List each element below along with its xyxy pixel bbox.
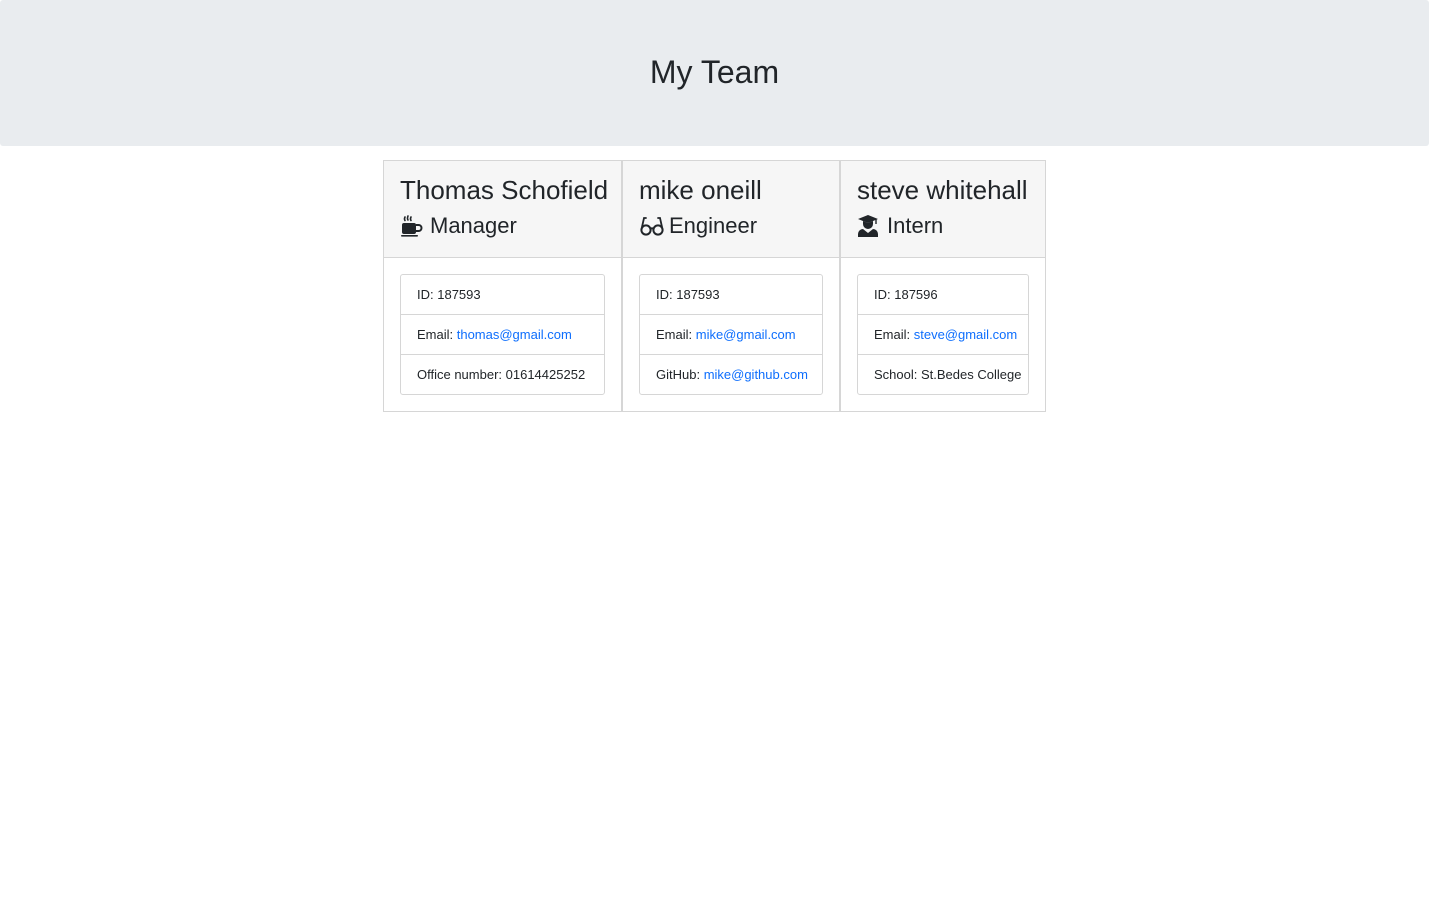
header-jumbotron: My Team [0,0,1429,146]
list-item-id: ID: 187593 [640,275,822,314]
id-value: 187593 [676,287,720,302]
employee-card-manager: Thomas Schofield Manager ID: 187593 Emai… [383,160,622,412]
github-link[interactable]: mike@github.com [704,367,808,382]
page-title: My Team [649,54,780,90]
id-label: ID: [656,287,677,302]
employee-card-engineer: mike oneill Engineer ID: 187593 Email: m… [622,160,840,412]
role-label: Engineer [669,213,758,238]
card-body: ID: 187596 Email: steve@gmail.com School… [841,258,1045,411]
list-item-email: Email: mike@gmail.com [640,314,822,354]
office-label: Office number: [417,367,506,382]
list-item-id: ID: 187593 [401,275,604,314]
list-item-email: Email: steve@gmail.com [858,314,1028,354]
employee-name: steve whitehall [857,175,1028,205]
email-label: Email: [656,327,696,342]
list-item-id: ID: 187596 [858,275,1028,314]
details-list: ID: 187593 Email: thomas@gmail.com Offic… [400,274,605,395]
id-label: ID: [417,287,438,302]
card-body: ID: 187593 Email: thomas@gmail.com Offic… [384,258,621,411]
email-label: Email: [874,327,914,342]
list-item-school: School: St.Bedes College [858,354,1028,394]
employee-name: mike oneill [639,175,762,205]
employee-role: Engineer [639,211,823,241]
id-label: ID: [874,287,895,302]
list-item-github: GitHub: mike@github.com [640,354,822,394]
list-item-office: Office number: 01614425252 [401,354,604,394]
role-label: Intern [887,213,944,238]
details-list: ID: 187596 Email: steve@gmail.com School… [857,274,1029,395]
card-header: mike oneill Engineer [623,161,839,258]
email-link[interactable]: thomas@gmail.com [457,327,572,342]
id-value: 187596 [894,287,938,302]
employee-card-intern: steve whitehall Intern ID: 187596 Email:… [840,160,1046,412]
team-cards: Thomas Schofield Manager ID: 187593 Emai… [383,160,1046,412]
email-link[interactable]: mike@gmail.com [696,327,796,342]
card-header: Thomas Schofield Manager [384,161,621,258]
employee-name: Thomas Schofield [400,175,609,205]
office-value: 01614425252 [505,367,586,382]
card-body: ID: 187593 Email: mike@gmail.com GitHub:… [623,258,839,411]
id-value: 187593 [437,287,481,302]
list-item-email: Email: thomas@gmail.com [401,314,604,354]
school-value: St.Bedes College [920,367,1022,382]
email-label: Email: [417,327,457,342]
employee-role: Intern [857,211,1029,241]
graduate-icon [857,214,881,238]
email-link[interactable]: steve@gmail.com [914,327,1018,342]
mug-icon [400,214,424,238]
details-list: ID: 187593 Email: mike@gmail.com GitHub:… [639,274,823,395]
card-header: steve whitehall Intern [841,161,1045,258]
role-label: Manager [430,213,517,238]
glasses-icon [639,214,664,238]
github-label: GitHub: [656,367,704,382]
school-label: School: [874,367,921,382]
employee-role: Manager [400,211,605,241]
